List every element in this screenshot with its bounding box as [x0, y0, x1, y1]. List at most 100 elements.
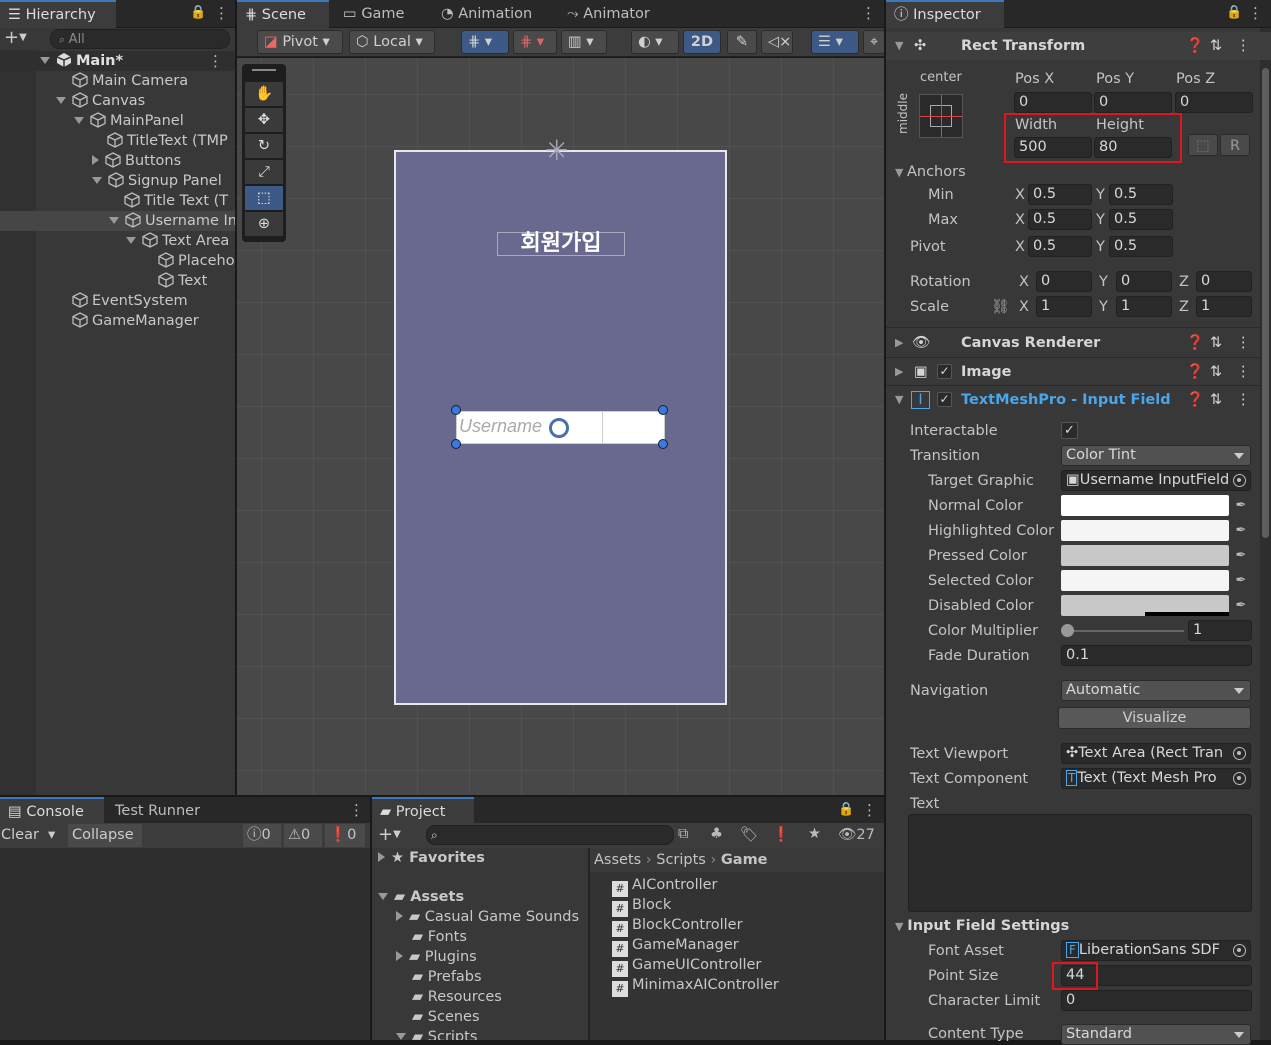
lock-icon[interactable]: 🔒 [190, 5, 206, 20]
object-picker-icon[interactable] [1233, 747, 1246, 760]
log-type-icon[interactable]: ❗ [772, 826, 790, 843]
signup-title-text[interactable]: 회원가입 [497, 232, 625, 256]
lock-icon[interactable]: 🔒 [838, 802, 854, 817]
folder-item[interactable]: ▰ Prefabs [372, 967, 588, 987]
pos-x-field[interactable]: 0 [1014, 92, 1092, 113]
inspector-menu-icon[interactable]: ⋮ [1248, 4, 1263, 22]
hierarchy-item[interactable]: TitleText (TMP [0, 131, 235, 151]
local-dropdown[interactable]: ⬡ Local ▾ [349, 30, 435, 54]
input-field-enabled-checkbox[interactable]: ✓ [937, 392, 952, 407]
hierarchy-menu-icon[interactable]: ⋮ [214, 4, 229, 22]
hierarchy-search-input[interactable]: ⌕ All [50, 29, 230, 49]
eyedropper-icon[interactable]: ✒ [1231, 545, 1251, 566]
presets-icon[interactable]: ⇅ [1210, 358, 1222, 386]
anchor-max-y-field[interactable]: 0.5 [1109, 209, 1173, 230]
create-asset-button[interactable]: +▼ [378, 823, 401, 847]
scene-menu-icon[interactable]: ⋮ [861, 4, 876, 22]
gizmos-button[interactable]: ⌖ [863, 30, 884, 54]
error-count-toggle[interactable]: ❗0 [325, 824, 365, 847]
clear-button[interactable]: Clear [1, 825, 39, 845]
anchor-min-x-field[interactable]: 0.5 [1028, 184, 1092, 205]
effects-toggle[interactable]: ☰ ▾ [811, 30, 859, 54]
script-file[interactable]: # Block [590, 895, 884, 917]
character-limit-field[interactable]: 0 [1061, 990, 1252, 1011]
hierarchy-item[interactable]: GameManager [0, 311, 235, 331]
object-picker-icon[interactable] [1233, 772, 1246, 785]
drag-handle[interactable] [252, 69, 276, 71]
presets-icon[interactable]: ⇅ [1210, 32, 1222, 60]
rect-handle-br[interactable] [658, 439, 668, 449]
eyedropper-icon[interactable]: ✒ [1231, 520, 1251, 541]
rect-tool-icon[interactable]: ⬚ [245, 186, 283, 210]
breadcrumb-item[interactable]: Assets [594, 852, 641, 868]
shading-mode-button[interactable]: ◐ ▾ [631, 30, 679, 54]
hierarchy-item[interactable]: Main Camera [0, 71, 235, 91]
pos-z-field[interactable]: 0 [1175, 92, 1253, 113]
folder-item[interactable]: ▰ Fonts [372, 927, 588, 947]
help-icon[interactable]: ❓ [1186, 358, 1204, 386]
image-header[interactable]: ▶ ▣ ✓ Image ❓ ⇅ ⋮ [886, 358, 1260, 386]
username-input-rect[interactable]: Username [456, 411, 665, 444]
console-menu-icon[interactable]: ⋮ [349, 801, 364, 819]
rect-transform-header[interactable]: ▼ ✣ Rect Transform ❓ ⇅ ⋮ [886, 32, 1271, 60]
scale-x-field[interactable]: 1 [1036, 296, 1092, 317]
pos-y-field[interactable]: 0 [1094, 92, 1172, 113]
scale-tool-icon[interactable]: ⤢ [245, 160, 283, 184]
filter-by-label-icon[interactable]: 🏷 [740, 826, 758, 843]
project-menu-icon[interactable]: ⋮ [862, 801, 877, 819]
filter-by-type-icon[interactable]: ♣ [710, 826, 723, 842]
grid-snap-button[interactable]: ⋕ ▾ [461, 30, 509, 54]
project-search-input[interactable]: ⌕ [426, 825, 674, 845]
rotation-y-field[interactable]: 0 [1116, 271, 1172, 292]
foldout-arrow[interactable]: ▼ [895, 386, 903, 414]
canvas-renderer-header[interactable]: ▶ 👁 Canvas Renderer ❓ ⇅ ⋮ [886, 329, 1260, 357]
pivot-x-field[interactable]: 0.5 [1028, 236, 1092, 257]
help-icon[interactable]: ❓ [1186, 329, 1204, 357]
clear-options-dropdown[interactable]: ▾ [48, 825, 55, 845]
text-viewport-field[interactable]: ✣Text Area (Rect Tran [1061, 743, 1251, 764]
hierarchy-item[interactable]: Text [0, 271, 235, 291]
tab-project[interactable]: ▰ Project [372, 797, 474, 825]
foldout-arrow[interactable]: ▶ [895, 329, 903, 357]
hierarchy-item[interactable]: EventSystem [0, 291, 235, 311]
ruler-button[interactable]: ▥ ▾ [561, 30, 607, 54]
fade-duration-field[interactable]: 0.1 [1061, 645, 1252, 666]
hierarchy-item[interactable]: Placeho [0, 251, 235, 271]
favorites-item[interactable]: ★ Favorites [372, 848, 588, 868]
splitter[interactable] [235, 0, 237, 796]
2d-toggle[interactable]: 2D [683, 30, 721, 54]
scale-y-field[interactable]: 1 [1116, 296, 1172, 317]
anchor-max-x-field[interactable]: 0.5 [1028, 209, 1092, 230]
anchor-presets-button[interactable] [919, 94, 963, 138]
tab-scene[interactable]: ⋕ Scene [237, 0, 329, 28]
tab-console[interactable]: ▤ Console [0, 797, 104, 825]
tab-test-runner[interactable]: Test Runner [107, 797, 208, 825]
assets-item[interactable]: ▰ Assets [372, 887, 588, 907]
component-menu-icon[interactable]: ⋮ [1236, 329, 1251, 357]
eyedropper-icon[interactable]: ✒ [1231, 570, 1251, 591]
navigation-dropdown[interactable]: Automatic [1061, 680, 1251, 701]
anchors-foldout[interactable]: ▼ Anchors [895, 162, 966, 183]
hierarchy-item[interactable]: Text Area [0, 231, 235, 251]
target-graphic-field[interactable]: ▣Username InputField [1061, 470, 1251, 491]
rect-handle-tl[interactable] [451, 405, 461, 415]
folder-item[interactable]: ▰ Scenes [372, 1007, 588, 1027]
text-component-field[interactable]: T Text (Text Mesh Pro [1061, 768, 1251, 789]
rect-handle-tr[interactable] [658, 405, 668, 415]
content-type-dropdown[interactable]: Standard [1061, 1024, 1251, 1045]
hierarchy-item[interactable]: Buttons [0, 151, 235, 171]
warning-count-toggle[interactable]: ⚠0 [284, 824, 322, 847]
foldout-arrow[interactable]: ▶ [895, 358, 903, 386]
folder-item[interactable]: ▰ Casual Game Sounds [372, 907, 588, 927]
increment-snap-button[interactable]: ⋕ ▾ [513, 30, 557, 54]
component-menu-icon[interactable]: ⋮ [1236, 32, 1251, 60]
image-enabled-checkbox[interactable]: ✓ [937, 364, 952, 379]
color-multiplier-slider[interactable] [1066, 630, 1184, 632]
search-by-type-icon[interactable]: ⧉ [678, 826, 688, 842]
hierarchy-tab[interactable]: ☰ Hierarchy [0, 0, 116, 28]
hierarchy-item[interactable]: MainPanel [0, 111, 235, 131]
rotation-z-field[interactable]: 0 [1196, 271, 1252, 292]
eyedropper-icon[interactable]: ✒ [1231, 495, 1251, 516]
transform-tool-icon[interactable]: ⊕ [245, 212, 283, 236]
slider-thumb[interactable] [1061, 624, 1074, 637]
